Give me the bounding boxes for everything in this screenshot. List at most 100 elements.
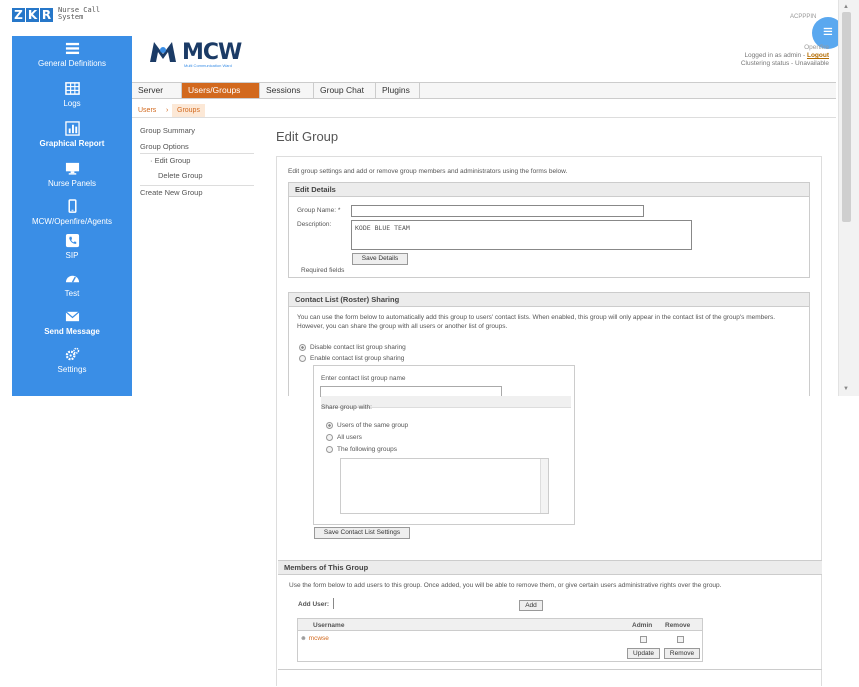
top-right-label: ACPPPIN — [790, 14, 817, 20]
member-username[interactable]: mcwse — [309, 635, 329, 642]
sidebar-item-label: SIP — [65, 251, 79, 260]
radio-icon[interactable] — [326, 433, 333, 441]
sidebar-item-label: Graphical Report — [39, 139, 105, 148]
sidebar-item-general-definitions[interactable]: General Definitions — [12, 38, 132, 78]
main-tabs: Server Users/Groups Sessions Group Chat … — [132, 82, 836, 99]
monitor-icon — [65, 162, 79, 175]
table-row: ☻ mcwse — [300, 634, 329, 643]
cogs-icon — [65, 347, 79, 361]
contact-sharing-desc: You can use the form below to automatica… — [297, 314, 776, 330]
share-option-label: The following groups — [337, 446, 397, 453]
sidebar-item-label: General Definitions — [37, 59, 107, 68]
leftnav-create-new-group[interactable]: Create New Group — [140, 188, 203, 197]
enable-sharing-label: Enable contact list group sharing — [310, 355, 405, 362]
subtab-users[interactable]: Users — [138, 104, 156, 117]
list-icon — [65, 42, 79, 55]
col-remove: Remove — [665, 622, 691, 629]
user-info: Openfire Logged in as admin - Logout Clu… — [669, 44, 829, 68]
sidebar-item-label: Nurse Panels — [47, 179, 97, 188]
enable-sharing-option[interactable]: Enable contact list group sharing — [299, 354, 404, 363]
groups-select-list[interactable] — [340, 458, 549, 514]
radio-selected-icon[interactable] — [299, 343, 306, 351]
group-name-label: Group Name: * — [297, 207, 341, 214]
required-fields-note: Required fields — [301, 267, 345, 274]
edit-details-title: Edit Details — [289, 183, 809, 197]
add-user-label: Add User: — [298, 601, 330, 608]
tab-plugins[interactable]: Plugins — [376, 83, 420, 98]
brand-subtitle: Nurse Call System — [58, 7, 100, 21]
share-option-label: All users — [337, 434, 362, 441]
mcw-logo-icon — [150, 42, 176, 62]
clustering-status: Clustering status - Unavailable — [740, 60, 829, 67]
leftnav-delete-group[interactable]: Delete Group — [158, 171, 203, 180]
list-scrollbar[interactable] — [540, 459, 548, 513]
intro-text: Edit group settings and add or remove gr… — [288, 168, 568, 175]
admin-checkbox[interactable] — [640, 636, 647, 643]
mcw-logo: MCW Multi Communication Ward — [148, 38, 258, 70]
save-contact-list-button[interactable]: Save Contact List Settings — [314, 527, 410, 539]
sidebar-item-settings[interactable]: Settings — [12, 344, 132, 384]
radio-icon[interactable] — [299, 354, 306, 362]
members-desc: Use the form below to add users to this … — [289, 582, 722, 589]
sidebar-item-label: Logs — [63, 99, 81, 108]
save-details-button[interactable]: Save Details — [352, 253, 408, 265]
tab-server[interactable]: Server — [132, 83, 182, 98]
logout-link[interactable]: Logout — [807, 52, 829, 59]
mcw-logo-subtitle: Multi Communication Ward — [184, 63, 232, 68]
sidebar-item-sip[interactable]: SIP — [12, 230, 132, 270]
sidebar-item-label: Send Message — [44, 327, 100, 336]
disable-sharing-option[interactable]: Disable contact list group sharing — [299, 343, 406, 352]
share-option-label: Users of the same group — [337, 422, 409, 429]
radio-icon[interactable] — [326, 445, 333, 453]
group-name-input[interactable] — [351, 205, 644, 217]
sidebar: General Definitions Logs Graphical Repor… — [12, 36, 132, 396]
scrollbar-thumb[interactable] — [842, 12, 851, 222]
description-label: Description: — [297, 221, 332, 228]
add-member-button[interactable]: Add — [519, 600, 543, 611]
leftnav-edit-group[interactable]: · Edit Group — [150, 156, 190, 165]
share-following-groups-option[interactable]: The following groups — [326, 445, 397, 454]
app-name: Openfire — [804, 44, 829, 51]
leftnav-group-options[interactable]: Group Options — [140, 142, 189, 151]
sub-tabs: Users › Groups — [132, 103, 836, 118]
brand-subtitle-line2: System — [58, 13, 84, 21]
login-status: Logged in as admin - Logout — [669, 52, 829, 60]
user-icon: ☻ — [300, 635, 307, 642]
scroll-up-icon[interactable]: ▲ — [843, 4, 849, 10]
radio-selected-icon[interactable] — [326, 421, 333, 429]
share-all-users-option[interactable]: All users — [326, 433, 362, 442]
tab-users-groups[interactable]: Users/Groups — [182, 83, 260, 98]
disable-sharing-label: Disable contact list group sharing — [310, 344, 406, 351]
leftnav-divider — [140, 153, 254, 154]
leftnav-group-summary[interactable]: Group Summary — [140, 126, 195, 135]
mobile-icon — [67, 199, 77, 213]
brand-letter: K — [26, 8, 39, 22]
brand-logo: ZKR Nurse Call System — [12, 6, 112, 28]
sidebar-item-label: Settings — [57, 365, 87, 374]
sidebar-item-send-message[interactable]: Send Message — [12, 306, 132, 346]
scroll-down-icon[interactable]: ▼ — [843, 386, 849, 392]
envelope-icon — [65, 311, 79, 322]
tab-group-chat[interactable]: Group Chat — [314, 83, 376, 98]
bar-chart-icon — [64, 121, 80, 136]
update-button[interactable]: Update — [627, 648, 660, 659]
sidebar-item-logs[interactable]: Logs — [12, 78, 132, 118]
subtab-separator: › — [166, 107, 169, 114]
sidebar-item-nurse-panels[interactable]: Nurse Panels — [12, 158, 132, 198]
description-textarea[interactable]: KODE BLUE TEAM — [351, 220, 692, 250]
tab-sessions[interactable]: Sessions — [260, 83, 314, 98]
phone-icon — [65, 233, 79, 248]
sidebar-item-label: MCW/Openfire/Agents — [31, 217, 113, 226]
brand-letter: Z — [12, 8, 25, 22]
sidebar-item-test[interactable]: Test — [12, 268, 132, 308]
add-user-input[interactable] — [333, 598, 334, 609]
subtab-groups[interactable]: Groups — [172, 104, 205, 117]
sidebar-item-label: Test — [64, 289, 80, 298]
enter-group-name-label: Enter contact list group name — [321, 375, 406, 382]
remove-checkbox[interactable] — [677, 636, 684, 643]
share-same-group-option[interactable]: Users of the same group — [326, 421, 408, 430]
sidebar-item-graphical-report[interactable]: Graphical Report — [12, 118, 132, 158]
remove-button[interactable]: Remove — [664, 648, 700, 659]
col-admin: Admin — [632, 622, 653, 629]
page-title: Edit Group — [276, 129, 339, 144]
